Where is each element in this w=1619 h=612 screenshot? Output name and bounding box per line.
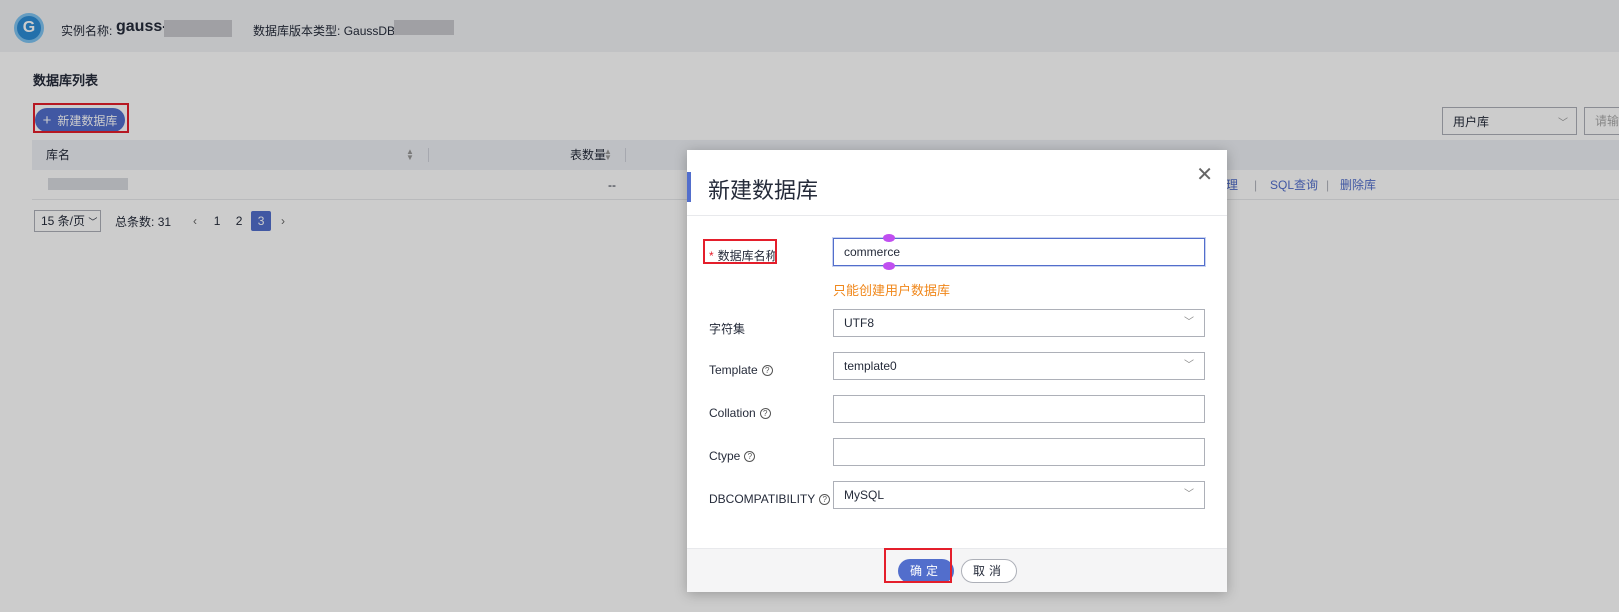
ctype-input[interactable] <box>833 438 1205 466</box>
help-icon[interactable]: ? <box>744 450 756 462</box>
template-select[interactable]: template0 ﹀ <box>833 352 1205 380</box>
dialog-title: 新建数据库 <box>708 178 819 203</box>
chevron-down-icon: ﹀ <box>1184 317 1194 328</box>
dbcompatibility-label: DBCOMPATIBILITY ? <box>709 492 831 506</box>
collation-label-text: Collation <box>709 406 756 420</box>
title-accent-bar <box>687 172 691 202</box>
charset-label-text: 字符集 <box>709 322 746 336</box>
create-database-dialog: 新建数据库 ✕ * 数据库名称 commerce 只能创建用户数据库 字符集 U… <box>687 150 1227 592</box>
ctype-label-text: Ctype <box>709 449 741 463</box>
chevron-down-icon: ﹀ <box>1184 360 1194 371</box>
highlight-box <box>884 548 952 583</box>
charset-value: UTF8 <box>844 316 874 330</box>
collation-label: Collation ? <box>709 406 771 420</box>
charset-select[interactable]: UTF8 ﹀ <box>833 309 1205 337</box>
cursor-marker <box>883 234 895 242</box>
db-name-hint: 只能创建用户数据库 <box>833 283 951 298</box>
dbcompatibility-label-text: DBCOMPATIBILITY <box>709 492 816 506</box>
help-icon[interactable]: ? <box>761 364 773 376</box>
chevron-down-icon: ﹀ <box>1184 489 1194 500</box>
cursor-marker <box>883 262 895 270</box>
template-value: template0 <box>844 359 897 373</box>
collation-input[interactable] <box>833 395 1205 423</box>
dbcompatibility-select[interactable]: MySQL ﹀ <box>833 481 1205 509</box>
highlight-box <box>703 239 777 264</box>
dialog-footer: 确定 取消 <box>687 548 1227 592</box>
help-icon[interactable]: ? <box>819 493 831 505</box>
cancel-button[interactable]: 取消 <box>961 559 1017 583</box>
template-label-text: Template <box>709 363 758 377</box>
template-label: Template ? <box>709 363 773 377</box>
help-icon[interactable]: ? <box>759 407 771 419</box>
charset-label: 字符集 <box>709 320 745 337</box>
ctype-label: Ctype ? <box>709 449 756 463</box>
dbcompatibility-value: MySQL <box>844 488 885 502</box>
dialog-divider <box>687 215 1227 216</box>
close-icon[interactable]: ✕ <box>1196 162 1213 187</box>
